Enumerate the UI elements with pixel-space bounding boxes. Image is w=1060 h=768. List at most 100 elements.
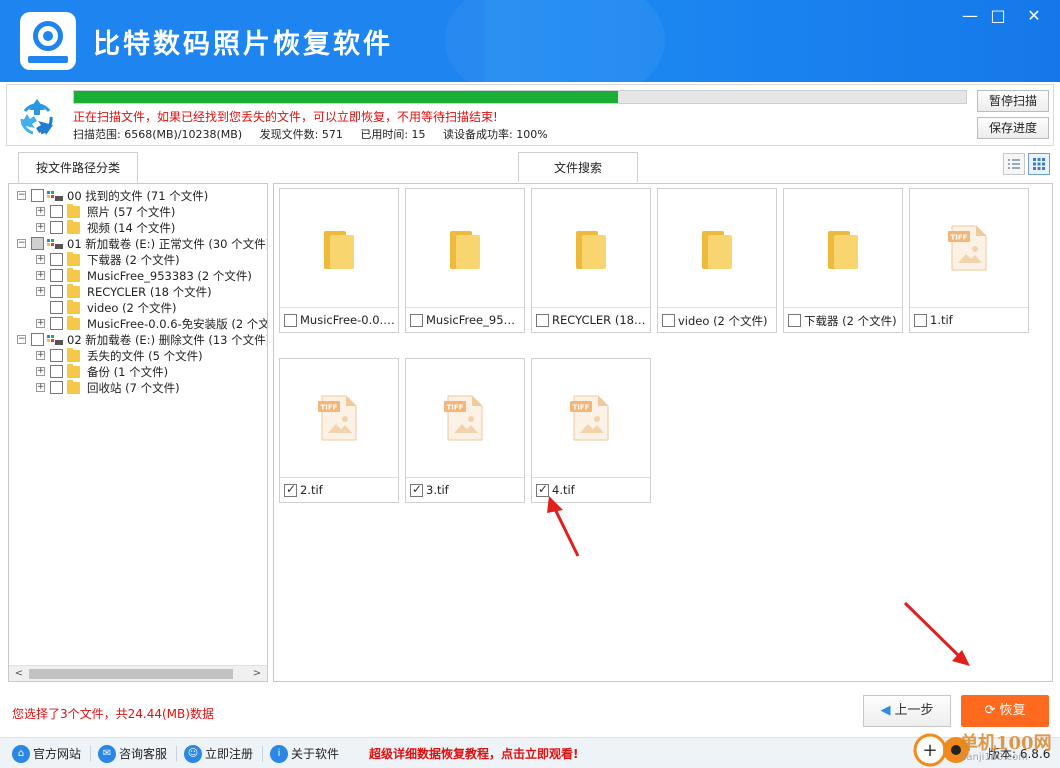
expand-icon[interactable]: + [36,223,45,232]
list-view-button[interactable] [1003,153,1025,175]
collapse-icon[interactable]: − [17,335,26,344]
tutorial-promo-link[interactable]: 超级详细数据恢复教程，点击立即观看! [369,744,578,764]
folder-card[interactable]: MusicFree-0.0.6-... [279,188,399,333]
tree-item[interactable]: − 00 找到的文件 (71 个文件) [9,188,267,204]
card-thumbnail: TIFF [532,359,650,477]
tree-item[interactable]: video (2 个文件) [9,300,267,316]
maximize-button[interactable]: □ [985,4,1011,28]
card-footer: RECYCLER (18 ... [532,307,650,332]
tree-checkbox[interactable] [50,365,63,378]
tree-item-label: 下载器 (2 个文件) [87,253,180,267]
collapse-icon[interactable]: − [17,239,26,248]
file-checkbox[interactable] [410,314,423,327]
tree-item[interactable]: − 02 新加载卷 (E:) 删除文件 (13 个文件) [9,332,267,348]
tree-item[interactable]: + 视频 (14 个文件) [9,220,267,236]
file-checkbox[interactable] [536,314,549,327]
tree-item[interactable]: + MusicFree-0.0.6-免安装版 (2 个文 [9,316,267,332]
scroll-right-arrow-icon[interactable]: > [249,666,265,681]
tree-item[interactable]: + 照片 (57 个文件) [9,204,267,220]
tree-item-label: RECYCLER (18 个文件) [87,285,212,299]
folder-card[interactable]: RECYCLER (18 ... [531,188,651,333]
card-thumbnail: TIFF [910,189,1028,307]
save-progress-button[interactable]: 保存进度 [977,117,1049,139]
close-button[interactable]: ✕ [1021,4,1047,28]
tree-checkbox[interactable] [50,221,63,234]
chat-icon: ✉ [98,745,116,763]
minimize-button[interactable]: — [957,4,983,28]
file-checkbox[interactable] [662,314,675,327]
tab-file-search[interactable]: 文件搜索 [518,152,638,182]
file-card[interactable]: TIFF 3.tif [405,358,525,503]
tree-checkbox[interactable] [31,189,44,202]
grid-view-icon [1033,158,1045,170]
tree-item-label: 丢失的文件 (5 个文件) [87,349,203,363]
card-thumbnail [658,189,776,307]
tree-item[interactable]: − 01 新加载卷 (E:) 正常文件 (30 个文件) [9,236,267,252]
svg-text:TIFF: TIFF [321,404,338,412]
footer-divider [90,746,91,762]
scrollbar-thumb[interactable] [29,669,233,679]
file-card[interactable]: TIFF 2.tif [279,358,399,503]
folder-card[interactable]: MusicFree_95338... [405,188,525,333]
tree-item-label: MusicFree_953383 (2 个文件) [87,269,252,283]
arrow-left-icon: ◀ [880,703,891,718]
file-checkbox[interactable] [914,314,927,327]
card-footer: 1.tif [910,307,1028,332]
file-card[interactable]: TIFF 4.tif [531,358,651,503]
tree-checkbox[interactable] [50,253,63,266]
tree-item[interactable]: + RECYCLER (18 个文件) [9,284,267,300]
refresh-icon: ⟳ [984,703,996,718]
previous-step-button[interactable]: ◀ 上一步 [863,695,951,727]
expand-icon[interactable]: + [36,367,45,376]
tree-checkbox[interactable] [50,285,63,298]
file-name: 2.tif [300,483,323,497]
file-checkbox[interactable] [788,314,801,327]
file-checkbox[interactable] [536,482,549,497]
tree-checkbox[interactable] [50,269,63,282]
card-thumbnail: TIFF [406,359,524,477]
folder-card[interactable]: video (2 个文件) [657,188,777,333]
expand-icon[interactable]: + [36,383,45,392]
expand-icon[interactable]: + [36,351,45,360]
tree-item[interactable]: + 丢失的文件 (5 个文件) [9,348,267,364]
app-title: 比特数码照片恢复软件 [93,29,393,60]
file-checkbox[interactable] [284,314,297,327]
tree-checkbox[interactable] [31,237,44,250]
file-name: RECYCLER (18 ... [552,313,648,327]
collapse-icon[interactable]: − [17,191,26,200]
folder-card[interactable]: 下载器 (2 个文件) [783,188,903,333]
register-label: 立即注册 [205,747,254,761]
user-icon: ☺ [184,745,202,763]
expand-icon[interactable]: + [36,207,45,216]
tree-horizontal-scrollbar[interactable]: < > [9,665,267,681]
tree-checkbox[interactable] [50,349,63,362]
tree-item[interactable]: + 回收站 (7 个文件) [9,380,267,396]
tree-item[interactable]: + 下载器 (2 个文件) [9,252,267,268]
tree-checkbox[interactable] [50,205,63,218]
file-checkbox[interactable] [410,482,423,497]
expand-icon[interactable]: + [36,287,45,296]
drive-icon [47,335,63,345]
expand-icon[interactable]: + [36,255,45,264]
scroll-left-arrow-icon[interactable]: < [11,666,27,681]
home-icon: ⌂ [12,745,30,763]
tab-by-path[interactable]: 按文件路径分类 [18,152,138,183]
expand-icon[interactable]: + [36,271,45,280]
file-checkbox[interactable] [284,482,297,497]
file-card[interactable]: TIFF 1.tif [909,188,1029,333]
folder-icon [828,231,858,269]
app-logo [20,12,76,70]
pause-scan-button[interactable]: 暂停扫描 [977,90,1049,112]
footer-divider [262,746,263,762]
tree-checkbox[interactable] [50,381,63,394]
tree-checkbox[interactable] [31,333,44,346]
tree-checkbox[interactable] [50,317,63,330]
recover-button[interactable]: ⟳ 恢复 [961,695,1049,727]
expand-icon[interactable]: + [36,319,45,328]
card-thumbnail: TIFF [280,359,398,477]
tree-item[interactable]: + MusicFree_953383 (2 个文件) [9,268,267,284]
tree-checkbox[interactable] [50,301,63,314]
grid-view-button[interactable] [1028,153,1050,175]
file-name: MusicFree_95338... [426,313,522,327]
tree-item[interactable]: + 备份 (1 个文件) [9,364,267,380]
